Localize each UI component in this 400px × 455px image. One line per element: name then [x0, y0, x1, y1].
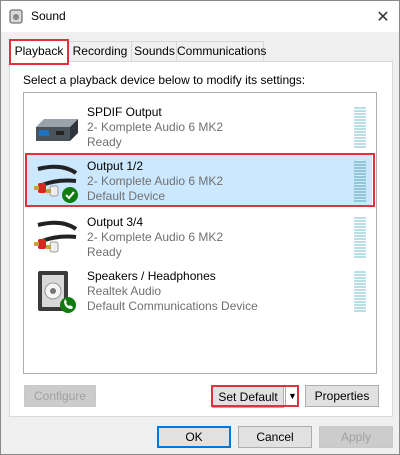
close-icon: ✕	[376, 8, 390, 26]
ok-button[interactable]: OK	[157, 426, 231, 448]
tab-communications[interactable]: Communications	[176, 41, 266, 61]
device-item-output-3-4[interactable]: Output 3/4 2- Komplete Audio 6 MK2 Ready	[26, 211, 372, 263]
title-bar: Sound ✕	[1, 1, 399, 32]
device-name: Speakers / Headphones	[87, 269, 216, 283]
instruction-text: Select a playback device below to modify…	[23, 73, 306, 87]
volume-level-meter	[354, 107, 366, 149]
tab-strip: Playback Recording Sounds Communications	[9, 39, 391, 65]
volume-level-meter	[354, 271, 366, 313]
device-description: 2- Komplete Audio 6 MK2	[87, 120, 224, 134]
tab-sounds[interactable]: Sounds	[131, 41, 178, 61]
speaker-comm-icon	[38, 271, 76, 313]
device-status: Ready	[87, 245, 122, 259]
device-item-spdif[interactable]: SPDIF Output 2- Komplete Audio 6 MK2 Rea…	[26, 101, 372, 153]
set-default-highlight	[211, 385, 299, 407]
configure-button[interactable]: Configure	[24, 385, 96, 407]
tab-recording[interactable]: Recording	[67, 41, 133, 61]
selected-device-highlight	[25, 153, 375, 207]
device-list[interactable]: SPDIF Output 2- Komplete Audio 6 MK2 Rea…	[23, 92, 377, 374]
apply-button[interactable]: Apply	[319, 426, 393, 448]
playback-panel: Select a playback device below to modify…	[9, 61, 393, 417]
device-description: 2- Komplete Audio 6 MK2	[87, 230, 224, 244]
device-item-speakers-headphones[interactable]: Speakers / Headphones Realtek Audio Defa…	[26, 265, 372, 317]
device-name: Output 3/4	[87, 215, 144, 229]
close-button[interactable]: ✕	[367, 1, 399, 32]
window-title: Sound	[31, 9, 66, 23]
tab-playback[interactable]: Playback	[9, 39, 69, 65]
spdif-box-icon	[36, 119, 78, 141]
device-status: Ready	[87, 135, 122, 149]
properties-button[interactable]: Properties	[305, 385, 379, 407]
volume-level-meter	[354, 217, 366, 259]
cancel-button[interactable]: Cancel	[238, 426, 312, 448]
device-status: Default Communications Device	[87, 299, 258, 313]
rca-cable-icon	[34, 220, 78, 253]
speaker-title-icon	[9, 9, 23, 24]
device-description: Realtek Audio	[87, 284, 162, 298]
device-name: SPDIF Output	[87, 105, 162, 119]
sound-dialog: Sound ✕ Playback Recording Sounds Commun…	[0, 0, 400, 455]
